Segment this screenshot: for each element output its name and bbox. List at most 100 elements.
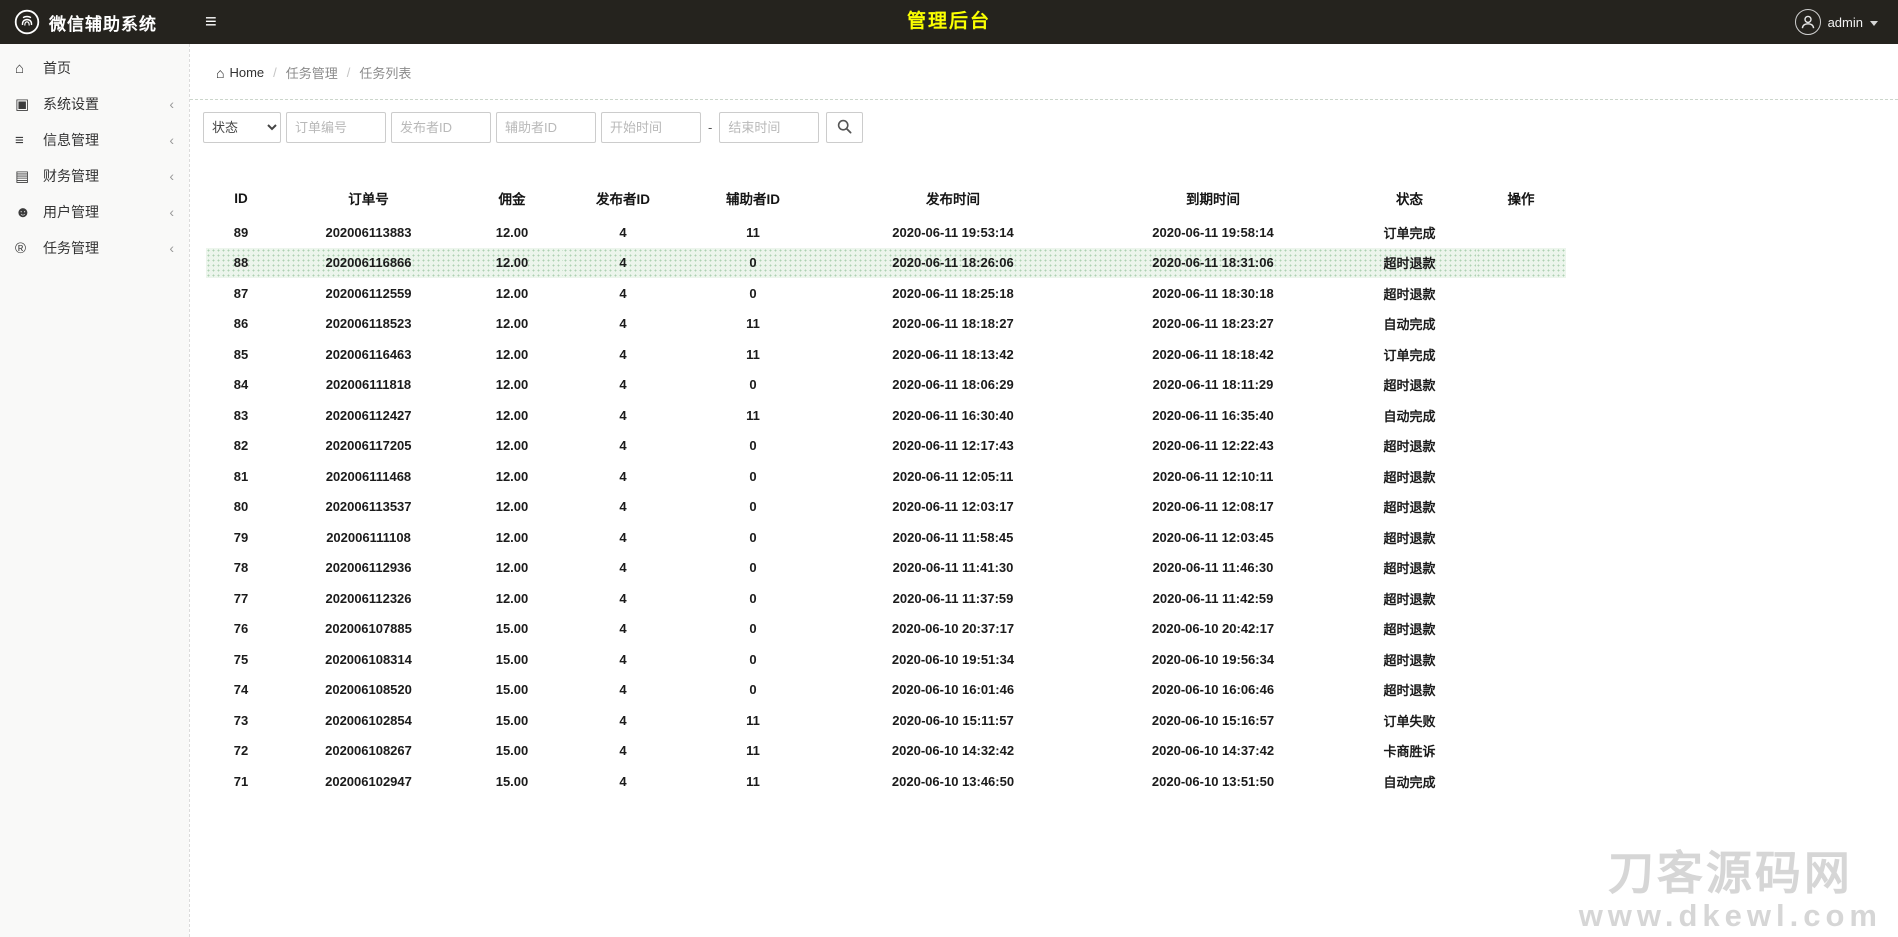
cell-commission: 12.00 (495, 560, 529, 576)
sidebar-item-label: 首页 (43, 60, 71, 76)
publisher-id-input[interactable] (391, 112, 491, 143)
cell-publish-time: 2020-06-11 18:06:29 (892, 377, 1014, 393)
sidebar-item-system-settings[interactable]: ▣ 系统设置 ‹ (0, 86, 189, 122)
cell-order-no: 202006108267 (325, 743, 412, 759)
cell-assistant-id: 0 (749, 560, 757, 576)
cell-publisher-id: 4 (563, 247, 683, 278)
cell-assistant-id: 11 (746, 712, 760, 728)
cell-status: 超时退款 (1383, 530, 1436, 546)
table-row[interactable]: 81 202006111468 12.00 4 0 2020-06-11 12:05:11… (206, 461, 1566, 492)
cell-actions (1476, 705, 1566, 736)
cell-id: 84 (233, 377, 249, 393)
column-header: ID (234, 190, 248, 206)
cell-actions (1476, 522, 1566, 553)
sidebar-item-user-management[interactable]: ☻ 用户管理 ‹ (0, 194, 189, 230)
cell-expire-time: 2020-06-10 14:37:42 (1151, 743, 1275, 759)
status-select[interactable]: 状态 (203, 112, 281, 143)
cell-order-no: 202006102854 (325, 712, 412, 728)
sidebar-item-label: 任务管理 (43, 240, 99, 256)
cell-commission: 12.00 (495, 590, 529, 606)
column-header: 到期时间 (1186, 192, 1240, 207)
hamburger-menu-icon[interactable]: ≡ (189, 0, 233, 44)
top-bar: 微信辅助系统 ≡ 管理后台 admin (0, 0, 1898, 44)
table-row[interactable]: 79 202006111108 12.00 4 0 2020-06-11 11:58:45… (206, 522, 1566, 553)
cell-actions (1476, 583, 1566, 614)
cell-status: 超时退款 (1383, 683, 1436, 699)
cell-actions (1476, 492, 1566, 523)
sidebar-item-home[interactable]: ⌂ 首页 (0, 50, 189, 86)
table-row[interactable]: 71 202006102947 15.00 4 11 2020-06-10 13:46:5… (206, 766, 1566, 797)
cell-publish-time: 2020-06-10 16:01:46 (891, 682, 1015, 698)
table-row[interactable]: 82 202006117205 12.00 4 0 2020-06-11 12:17:43… (206, 431, 1566, 462)
table-row[interactable]: 80 202006113537 12.00 4 0 2020-06-11 12:03:17… (206, 492, 1566, 523)
start-time-input[interactable] (601, 112, 701, 143)
cell-status: 订单完成 (1383, 225, 1436, 241)
cell-commission: 15.00 (495, 743, 529, 759)
cell-assistant-id: 0 (749, 621, 757, 637)
cell-actions (1476, 247, 1566, 278)
cell-commission: 12.00 (495, 529, 529, 545)
cell-expire-time: 2020-06-11 19:58:14 (1152, 224, 1274, 240)
table-row[interactable]: 74 202006108520 15.00 4 0 2020-06-10 16:01:46… (206, 675, 1566, 706)
cell-assistant-id: 0 (749, 438, 757, 454)
cell-order-no: 202006111108 (326, 529, 411, 545)
home-icon: ⌂ (216, 64, 225, 81)
cell-status: 超时退款 (1383, 500, 1436, 516)
info-management-icon: ≡ (15, 131, 24, 149)
task-table-body: 89 202006113883 12.00 4 11 2020-06-11 19:53:1… (206, 217, 1566, 797)
table-row[interactable]: 72 202006108267 15.00 4 11 2020-06-10 14:32:4… (206, 736, 1566, 767)
cell-assistant-id: 11 (746, 743, 760, 759)
cell-commission: 15.00 (495, 621, 529, 637)
table-row[interactable]: 73 202006102854 15.00 4 11 2020-06-10 15:11:5… (206, 705, 1566, 736)
assistant-id-input[interactable] (496, 112, 596, 143)
cell-assistant-id: 0 (749, 499, 757, 515)
cell-actions (1476, 400, 1566, 431)
table-row[interactable]: 87 202006112559 12.00 4 0 2020-06-11 18:25:18… (206, 278, 1566, 309)
breadcrumb-home-link[interactable]: ⌂ Home (216, 65, 264, 81)
cell-publish-time: 2020-06-11 11:41:30 (892, 560, 1014, 576)
cell-id: 79 (233, 529, 249, 545)
table-row[interactable]: 76 202006107885 15.00 4 0 2020-06-10 20:37:17… (206, 614, 1566, 645)
cell-status: 超时退款 (1343, 247, 1476, 278)
cell-commission: 12.00 (495, 377, 529, 393)
brand[interactable]: 微信辅助系统 (0, 9, 189, 36)
cell-actions (1476, 614, 1566, 645)
search-button[interactable] (826, 112, 864, 143)
cell-expire-time: 2020-06-11 18:18:42 (1152, 346, 1274, 362)
order-no-input[interactable] (286, 112, 386, 143)
cell-commission: 12.00 (495, 316, 529, 332)
table-row[interactable]: 86 202006118523 12.00 4 11 2020-06-11 18:18:2… (206, 309, 1566, 340)
user-menu[interactable]: admin (1794, 9, 1898, 35)
table-row[interactable]: 89 202006113883 12.00 4 11 2020-06-11 19:53:1… (206, 217, 1566, 248)
sidebar-item-info-management[interactable]: ≡ 信息管理 ‹ (0, 122, 189, 158)
cell-assistant-id: 0 (749, 529, 757, 545)
table-row[interactable]: 77 202006112326 12.00 4 0 2020-06-11 11:37:59… (206, 583, 1566, 614)
main-content: ⌂ Home / 任务管理 / 任务列表 状态 - (189, 44, 1898, 937)
cell-publish-time: 2020-06-10 19:51:34 (891, 651, 1015, 667)
column-header: 状态 (1396, 192, 1423, 207)
cell-actions (1476, 461, 1566, 492)
sidebar-item-finance[interactable]: ▤ 财务管理 ‹ (0, 158, 189, 194)
table-row[interactable]: 85 202006116463 12.00 4 11 2020-06-11 18:13:4… (206, 339, 1566, 370)
table-row[interactable]: 75 202006108314 15.00 4 0 2020-06-10 19:51:34… (206, 644, 1566, 675)
cell-publish-time: 2020-06-10 15:11:57 (892, 712, 1014, 728)
sidebar-item-label: 财务管理 (43, 168, 99, 184)
breadcrumb-section[interactable]: 任务管理 (286, 63, 338, 82)
cell-actions (1476, 217, 1566, 248)
sidebar-item-task-management[interactable]: ® 任务管理 ‹ (0, 230, 189, 266)
cell-commission: 15.00 (495, 682, 529, 698)
table-row[interactable]: 78 202006112936 12.00 4 0 2020-06-11 11:41:30… (206, 553, 1566, 584)
cell-id: 76 (233, 621, 249, 637)
cell-status: 超时退款 (1383, 591, 1436, 607)
cell-publish-time: 2020-06-11 12:03:17 (892, 499, 1014, 515)
cell-order-no: 202006102947 (325, 773, 412, 789)
cell-publish-time: 2020-06-11 18:18:27 (892, 316, 1014, 332)
cell-publisher-id: 4 (619, 499, 627, 515)
cell-status: 自动完成 (1383, 408, 1436, 424)
table-row[interactable]: 88 202006116866 12.00 4 0 2020-06-11 18:26:06… (206, 247, 1566, 278)
table-row[interactable]: 83 202006112427 12.00 4 11 2020-06-11 16:30:4… (206, 400, 1566, 431)
table-row[interactable]: 84 202006111818 12.00 4 0 2020-06-11 18:06:29… (206, 370, 1566, 401)
end-time-input[interactable] (719, 112, 820, 143)
cell-publisher-id: 4 (619, 773, 627, 789)
cell-expire-time: 2020-06-11 18:30:18 (1152, 285, 1274, 301)
